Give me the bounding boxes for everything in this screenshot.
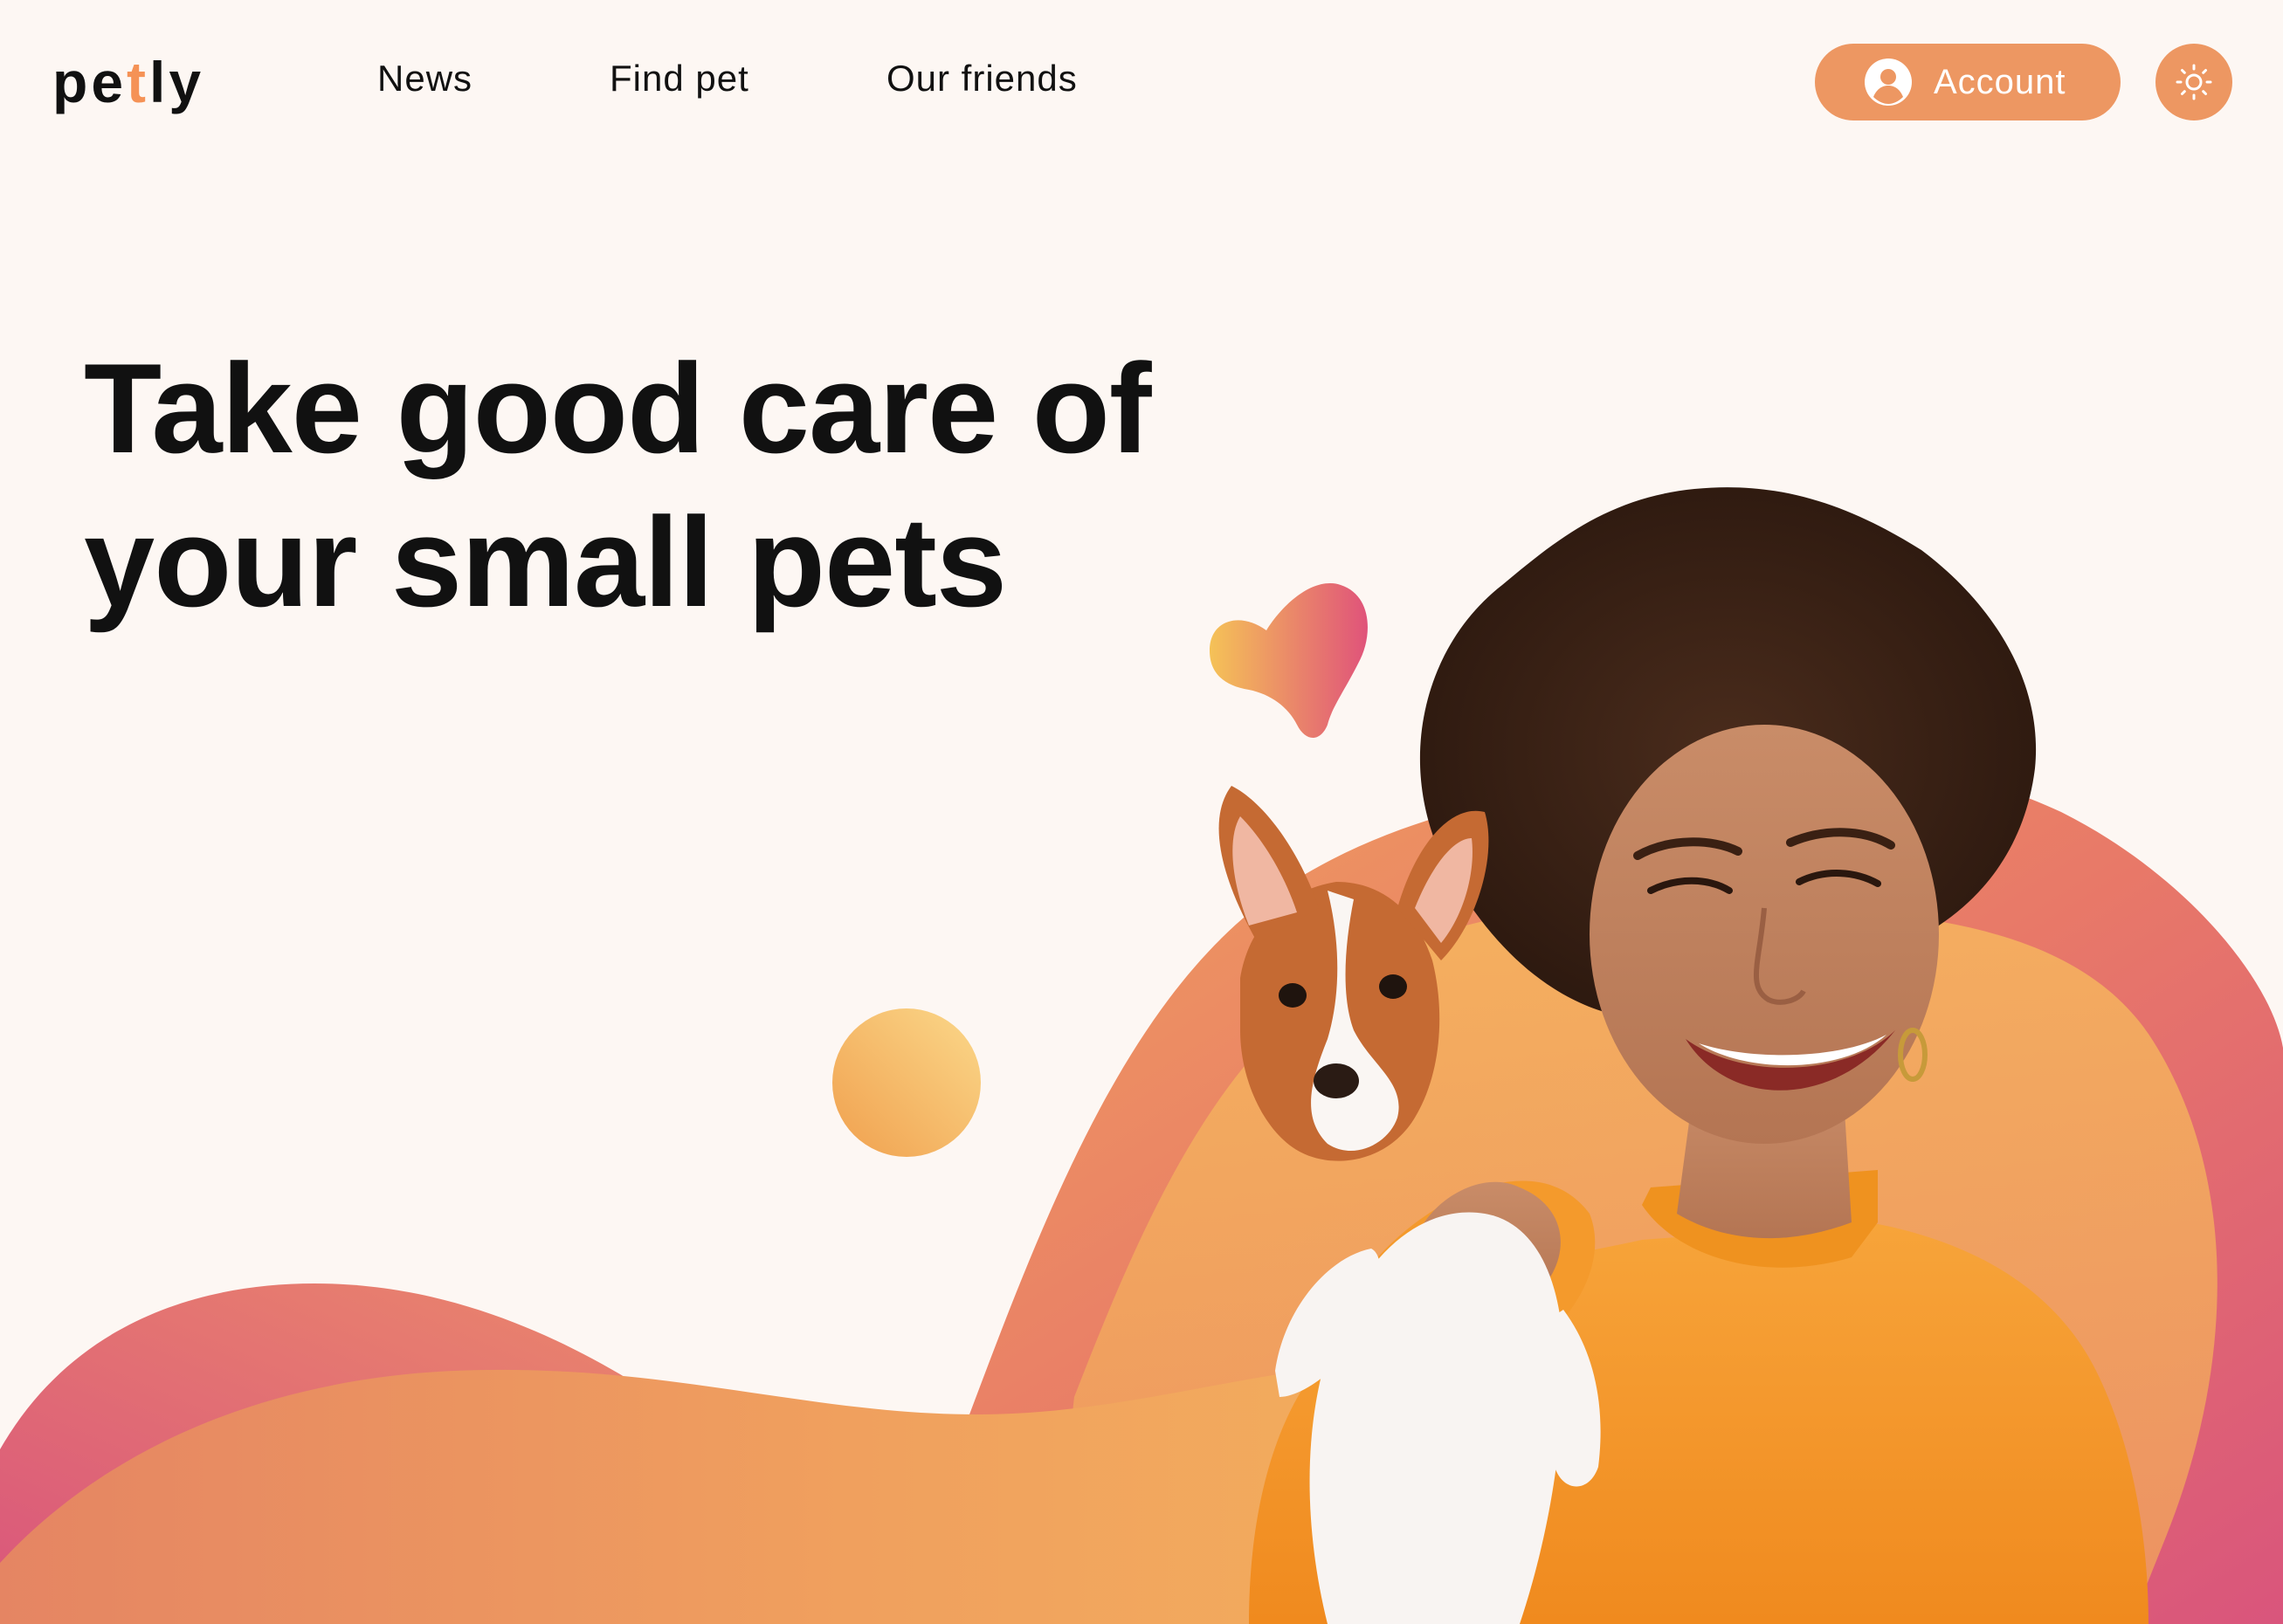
logo-text-end: ly xyxy=(149,50,205,114)
logo-text-accent: t xyxy=(127,50,150,114)
user-circle-icon xyxy=(1865,58,1912,106)
decor-circle xyxy=(832,1008,981,1157)
logo[interactable]: petly xyxy=(52,49,204,115)
hero-title-line-2: your small pets xyxy=(84,491,1007,633)
nav-link-find-pet[interactable]: Find pet xyxy=(610,58,749,100)
hero-title: Take good care of your small pets xyxy=(84,332,1219,639)
account-label: Account xyxy=(1934,62,2066,101)
nav-link-news[interactable]: News xyxy=(377,58,472,100)
logo-text-start: pe xyxy=(52,50,128,114)
theme-toggle-button[interactable] xyxy=(2155,44,2232,120)
sun-icon xyxy=(2176,64,2212,100)
hero-image-woman-with-puppy xyxy=(1218,487,2149,1624)
nav-link-our-friends[interactable]: Our friends xyxy=(886,58,1078,100)
account-button[interactable]: Account xyxy=(1815,44,2121,120)
site-header: petly News Find pet Our friends Account xyxy=(0,0,2283,166)
hero-title-line-1: Take good care of xyxy=(84,337,1152,479)
